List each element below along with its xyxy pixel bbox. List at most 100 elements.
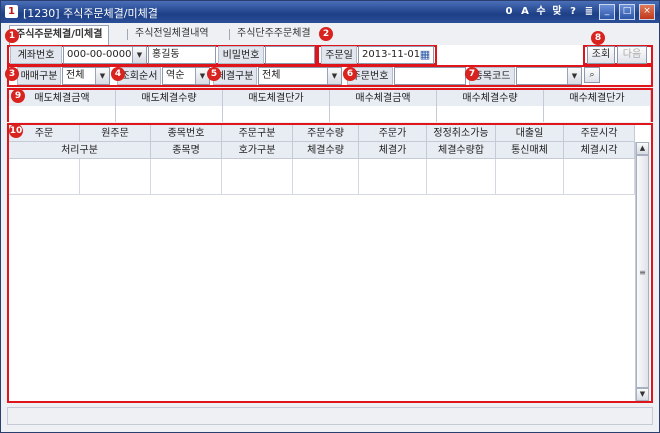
query-order-select[interactable]: 역순 ▼ — [162, 67, 210, 85]
tab-order-fill[interactable]: 주식주문체결/미체결 — [9, 25, 110, 45]
grid-header[interactable]: 주문시각 — [564, 125, 635, 142]
grid-header[interactable]: 처리구분 — [9, 142, 151, 159]
grid-header[interactable]: 종목명 — [151, 142, 222, 159]
trade-type-value: 전체 — [66, 70, 85, 81]
summary-table: 매도체결금액 매도체결수량 매도체결단가 매수체결금액 매수체결수량 매수체결단… — [7, 88, 653, 122]
grid-header[interactable]: 종목번호 — [151, 125, 222, 142]
grid-header[interactable]: 통신매체 — [496, 142, 564, 159]
grid-cell[interactable] — [359, 159, 427, 194]
summary-value — [223, 106, 330, 122]
grid-cell[interactable] — [9, 159, 80, 194]
chevron-down-icon[interactable]: ▼ — [95, 68, 109, 84]
trade-type-select[interactable]: 전체 ▼ — [62, 67, 110, 85]
grid-header[interactable]: 주문구분 — [222, 125, 293, 142]
account-label: 계좌번호 — [10, 46, 62, 64]
vertical-scrollbar[interactable]: ▲ ≡ ▼ — [635, 142, 650, 401]
summary-value — [437, 106, 544, 122]
summary-header: 매수체결단가 — [544, 90, 651, 107]
trade-type-label: 매매구분 — [17, 67, 61, 85]
summary-header: 매도체결수량 — [116, 90, 223, 107]
tab-separator — [127, 29, 128, 40]
grid-cell[interactable] — [496, 159, 564, 194]
minimize-button[interactable]: _ — [599, 4, 615, 20]
marker-6: 6 — [343, 67, 357, 81]
grid-header[interactable]: 체결가 — [359, 142, 427, 159]
title-toolbar: 0 A 수 맞 ? ≣ _ □ × — [503, 4, 655, 20]
grid-row-divider — [9, 194, 635, 195]
tab-prev-day-fill[interactable]: 주식전일체결내역 — [129, 25, 215, 43]
title-bar: 1 [1230] 주식주문체결/미체결 0 A 수 맞 ? ≣ _ □ × — [1, 1, 659, 23]
summary-value — [544, 106, 651, 122]
marker-7: 7 — [465, 67, 479, 81]
grid-header[interactable]: 체결수량합 — [427, 142, 496, 159]
grid-header[interactable]: 원주문 — [80, 125, 151, 142]
next-button[interactable]: 다음 — [617, 46, 647, 64]
account-row: 계좌번호 000-00-000000 ▼ 홍길동 비밀번호 주문일 2013-1… — [7, 45, 653, 65]
account-name-field: 홍길동 — [148, 46, 216, 64]
summary-header: 매도체결단가 — [223, 90, 330, 107]
grid-header[interactable]: 주문수량 — [293, 125, 359, 142]
maximize-button[interactable]: □ — [619, 4, 635, 20]
grid-cell[interactable] — [427, 159, 496, 194]
calendar-icon[interactable]: ▦ — [418, 48, 432, 62]
fill-type-select[interactable]: 전체 ▼ — [258, 67, 342, 85]
order-grid[interactable]: 주문 원주문 종목번호 주문구분 주문수량 주문가 정정취소가능 대출일 주문시… — [7, 123, 653, 403]
grid-header[interactable]: 대출일 — [496, 125, 564, 142]
grid-cell[interactable] — [222, 159, 293, 194]
grid-header[interactable]: 정정취소가능 — [427, 125, 496, 142]
marker-5: 5 — [207, 67, 221, 81]
chevron-down-icon[interactable]: ▼ — [567, 68, 581, 84]
list-icon[interactable]: ≣ — [583, 4, 595, 20]
filter-row: 매매구분 전체 ▼ 조회순서 역순 ▼ 체결구분 전체 ▼ 주문번호 종목코드 … — [7, 65, 653, 87]
marker-9: 9 — [11, 89, 25, 103]
grid-cell[interactable] — [151, 159, 222, 194]
main-window: 1 [1230] 주식주문체결/미체결 0 A 수 맞 ? ≣ _ □ × 주식… — [0, 0, 660, 433]
grid-cell[interactable] — [80, 159, 151, 194]
search-icon[interactable]: ⌕ — [584, 67, 600, 83]
marker-2: 2 — [319, 27, 333, 41]
zero-icon[interactable]: 0 — [503, 4, 515, 20]
marker-1: 1 — [5, 29, 19, 43]
grid-header[interactable]: 체결수량 — [293, 142, 359, 159]
close-button[interactable]: × — [639, 4, 655, 20]
account-select[interactable]: 000-00-000000 ▼ — [63, 46, 147, 64]
summary-value — [330, 106, 437, 122]
grid-cell[interactable] — [293, 159, 359, 194]
summary-value — [9, 106, 116, 122]
grid-header[interactable]: 주문가 — [359, 125, 427, 142]
order-date-value: 2013-11-01 — [362, 49, 421, 60]
marker-8: 8 — [591, 31, 605, 45]
grid-cell[interactable] — [564, 159, 635, 194]
marker-4: 4 — [111, 67, 125, 81]
chevron-down-icon[interactable]: ▼ — [327, 68, 341, 84]
fill-type-value: 전체 — [262, 70, 281, 81]
order-date-field[interactable]: 2013-11-01 ▦ — [358, 46, 434, 64]
link-icon[interactable]: 수 — [535, 4, 547, 20]
summary-value — [116, 106, 223, 122]
tab-separator — [229, 29, 230, 40]
query-button[interactable]: 조회 — [587, 46, 615, 64]
chevron-down-icon[interactable]: ▼ — [132, 47, 146, 63]
summary-header: 매수체결수량 — [437, 90, 544, 107]
status-bar — [7, 407, 653, 425]
summary-header: 매수체결금액 — [330, 90, 437, 107]
marker-10: 10 — [9, 124, 23, 138]
window-title: [1230] 주식주문체결/미체결 — [23, 7, 158, 20]
scroll-up-icon[interactable]: ▲ — [636, 142, 649, 155]
order-date-label: 주문일 — [321, 46, 357, 64]
marker-3: 3 — [5, 67, 19, 81]
help-icon[interactable]: ? — [567, 4, 579, 20]
order-no-field[interactable] — [394, 67, 466, 85]
scroll-thumb[interactable]: ≡ — [636, 155, 649, 388]
scroll-down-icon[interactable]: ▼ — [636, 388, 649, 401]
query-order-value: 역순 — [166, 70, 185, 81]
summary-header: 매도체결금액 — [9, 90, 116, 107]
app-icon: 1 — [5, 5, 18, 18]
grid-header[interactable]: 호가구분 — [222, 142, 293, 159]
font-icon[interactable]: A — [519, 4, 531, 20]
pin-icon[interactable]: 맞 — [551, 4, 563, 20]
tab-odd-lot-fill[interactable]: 주식단주주문체결 — [231, 25, 317, 43]
grid-header[interactable]: 체결시각 — [564, 142, 635, 159]
stock-code-select[interactable]: ▼ — [516, 67, 582, 85]
password-field[interactable] — [265, 46, 315, 64]
